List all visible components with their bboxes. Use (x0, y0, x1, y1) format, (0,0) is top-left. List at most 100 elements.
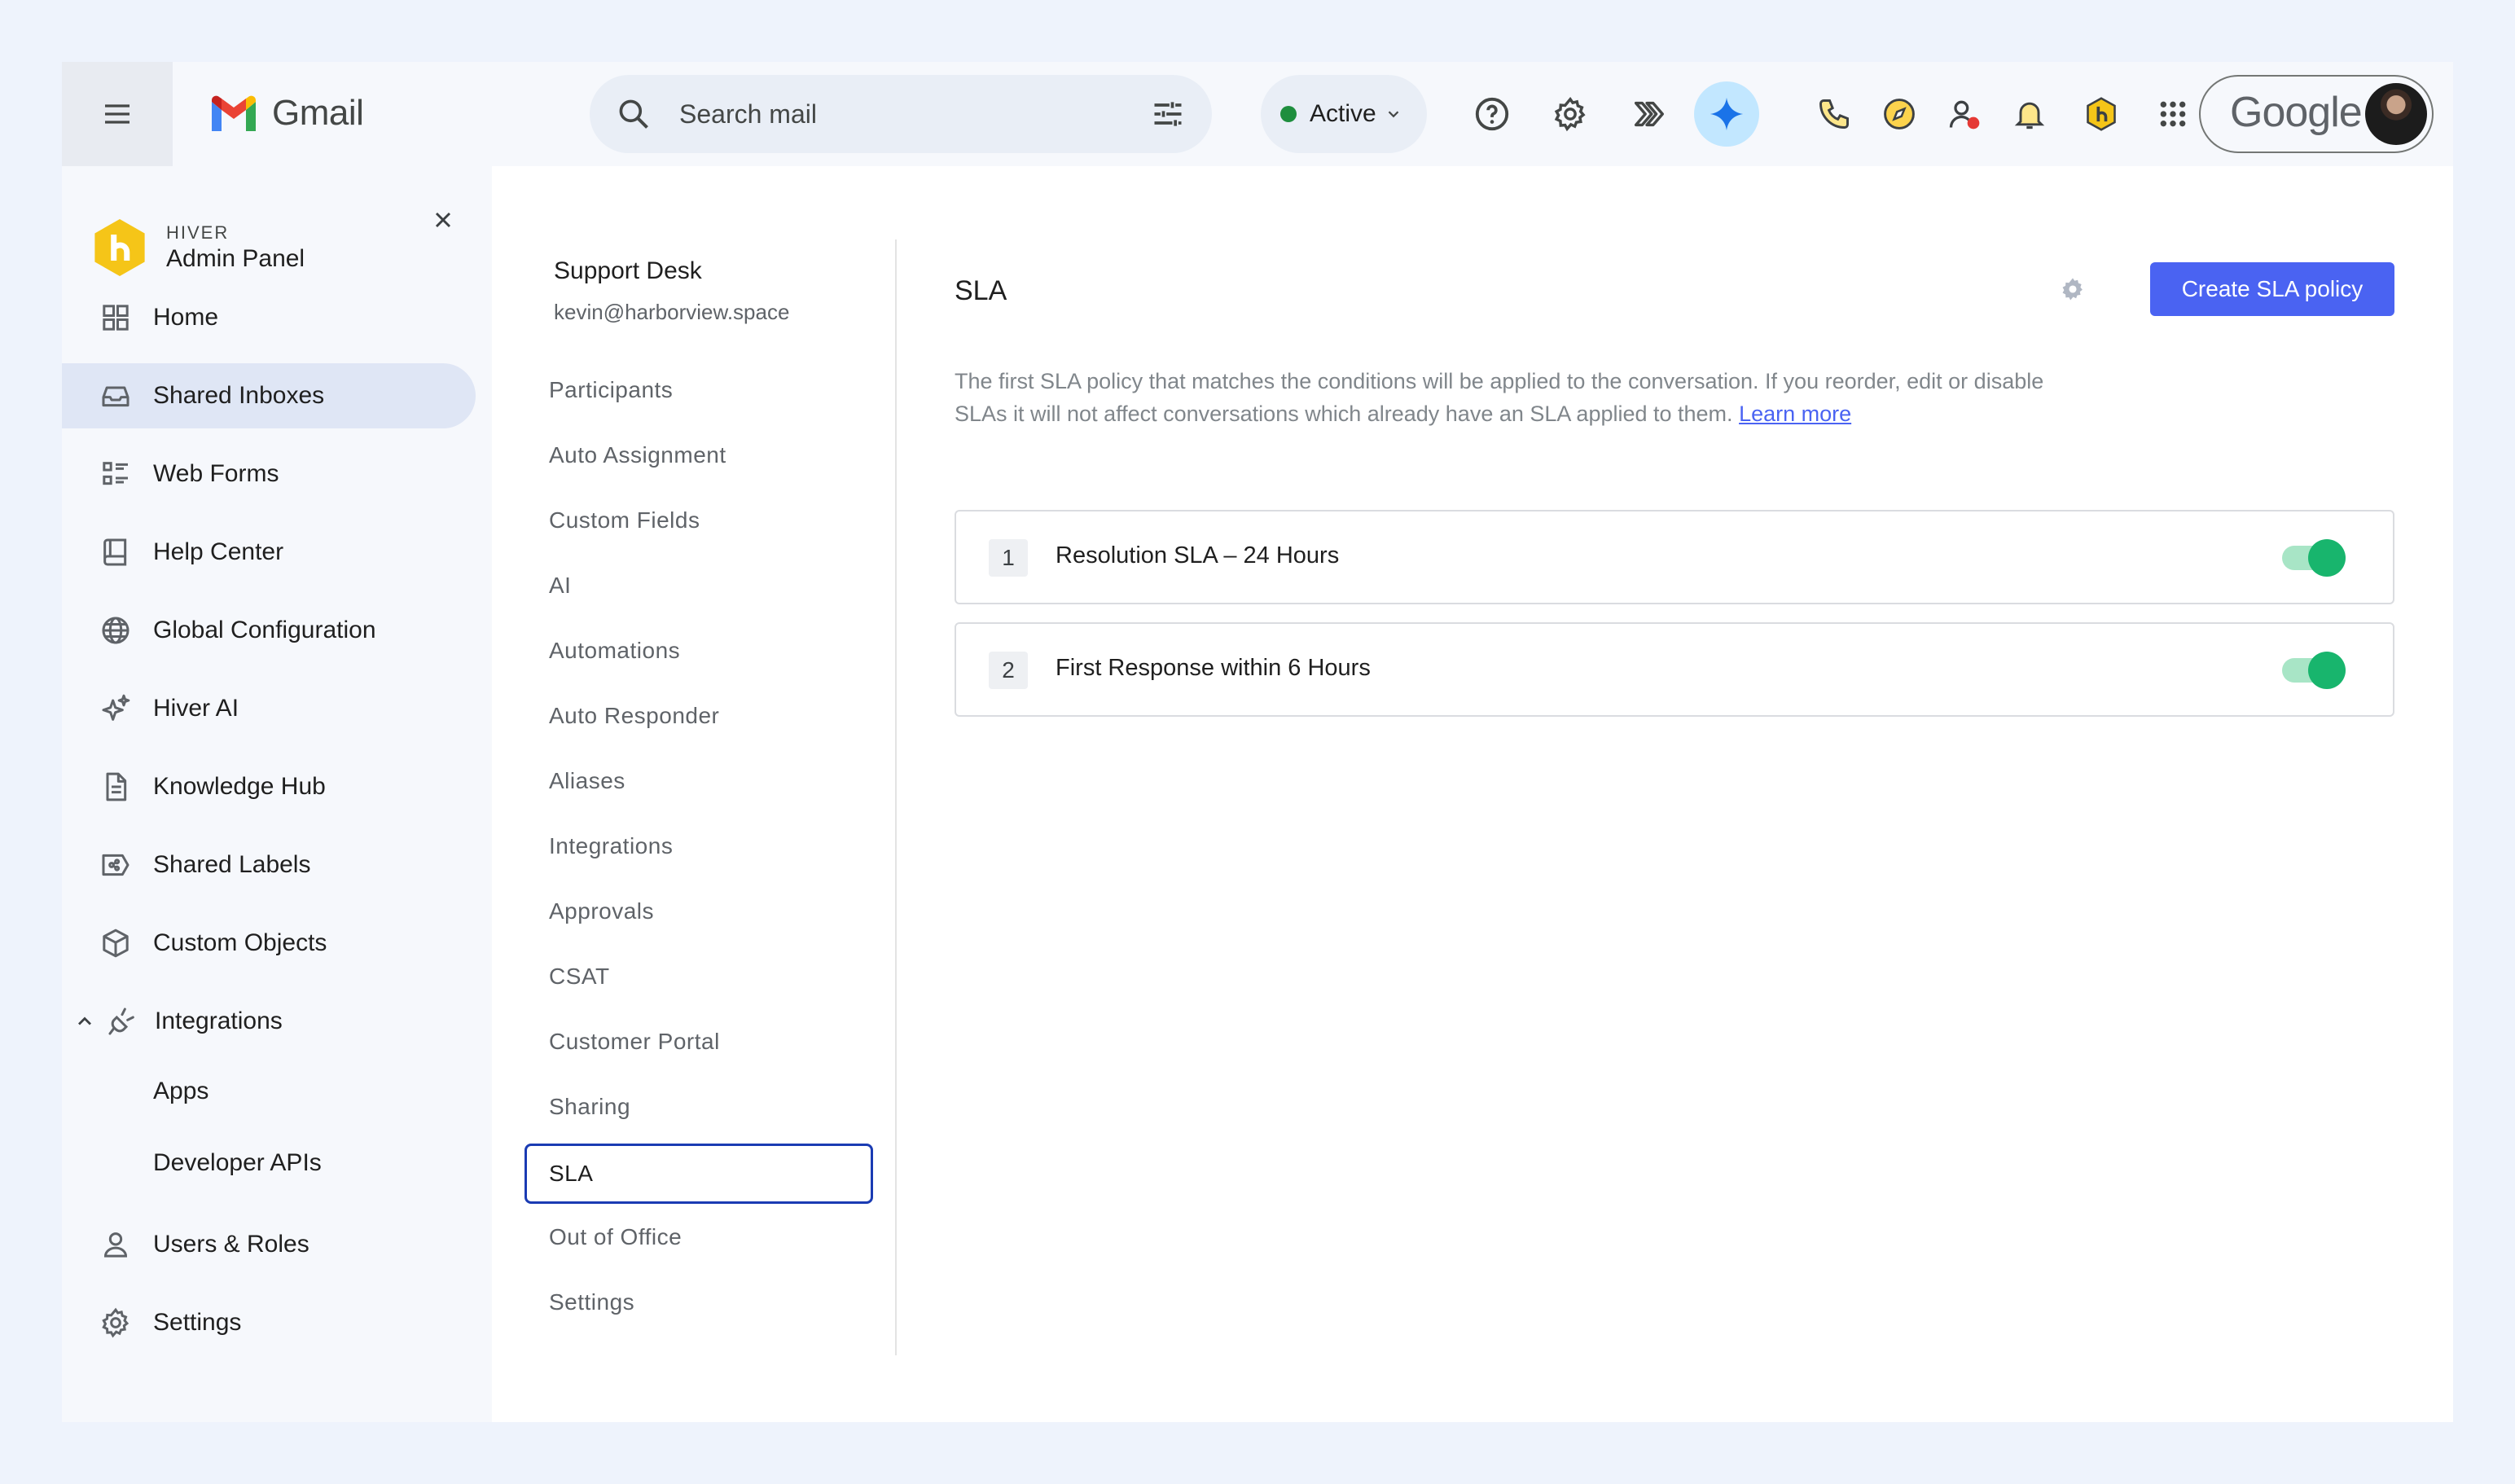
gemini-sparkle-icon (1710, 97, 1744, 131)
contact-status-button[interactable] (1932, 81, 1997, 147)
sidebar-item-help-center[interactable]: Help Center (62, 520, 476, 585)
avatar[interactable] (2365, 83, 2427, 145)
toggle-knob (2308, 652, 2346, 689)
subnav-sla[interactable]: SLA (525, 1144, 873, 1204)
sidebar-item-label: Web Forms (153, 460, 279, 487)
compass-icon (1884, 99, 1915, 130)
sidebar-item-shared-inboxes[interactable]: Shared Inboxes (62, 363, 476, 428)
sidebar-item-apps[interactable]: Apps (62, 1059, 476, 1124)
hiver-logo-icon (2087, 97, 2116, 131)
gmail-top-bar: Gmail Search mail Active Google (62, 62, 2453, 166)
subnav-approvals[interactable]: Approvals (525, 881, 873, 942)
admin-sidebar: HIVER Admin Panel Home Shared Inboxes We… (62, 166, 492, 1422)
subnav-auto-responder[interactable]: Auto Responder (525, 686, 873, 746)
label-share-icon (102, 854, 129, 876)
gmail-wordmark: Gmail (272, 93, 364, 133)
subnav-label: Customer Portal (549, 1029, 720, 1054)
subnav-customer-portal[interactable]: Customer Portal (525, 1012, 873, 1072)
account-switcher[interactable]: Google (2199, 75, 2434, 153)
settings-button[interactable] (1538, 81, 1603, 147)
support-button[interactable] (1459, 81, 1525, 147)
gmail-logo[interactable]: Gmail (208, 93, 364, 134)
subnav-sharing[interactable]: Sharing (525, 1077, 873, 1137)
sidebar-item-label: Integrations (155, 1008, 283, 1034)
subnav-ai[interactable]: AI (525, 555, 873, 616)
subnav-participants[interactable]: Participants (525, 360, 873, 420)
subnav-automations[interactable]: Automations (525, 621, 873, 681)
subnav-divider (895, 239, 897, 1355)
search-bar[interactable]: Search mail (590, 75, 1212, 153)
subnav-aliases[interactable]: Aliases (525, 751, 873, 811)
user-alert-icon (1949, 100, 1980, 130)
policy-index: 1 (989, 539, 1028, 577)
notifications-button[interactable] (1997, 81, 2062, 147)
sla-policy-row[interactable]: 2 First Response within 6 Hours (955, 622, 2394, 717)
gear-icon (102, 1307, 129, 1338)
status-dot (1280, 106, 1297, 122)
gemini-button[interactable] (1694, 81, 1759, 147)
forward-apps-button[interactable] (1616, 81, 1681, 147)
globe-icon (102, 617, 129, 644)
close-icon[interactable] (430, 207, 456, 233)
plug-icon (108, 1008, 134, 1035)
subnav-integrations[interactable]: Integrations (525, 816, 873, 876)
policy-name: First Response within 6 Hours (1056, 655, 1371, 681)
sidebar-item-label: Shared Labels (153, 851, 311, 878)
search-input[interactable]: Search mail (679, 99, 817, 130)
sidebar-item-hiver-ai[interactable]: Hiver AI (62, 676, 476, 741)
admin-main-panel: Support Desk kevin@harborview.space Part… (492, 166, 2453, 1422)
create-sla-policy-button[interactable]: Create SLA policy (2150, 262, 2394, 316)
phone-button[interactable] (1802, 81, 1867, 147)
sla-policy-row[interactable]: 1 Resolution SLA – 24 Hours (955, 510, 2394, 604)
search-icon[interactable] (616, 96, 652, 132)
subnav-auto-assignment[interactable]: Auto Assignment (525, 425, 873, 485)
status-dropdown[interactable]: Active (1261, 75, 1427, 153)
sidebar-item-label: Help Center (153, 538, 284, 565)
phone-icon (1819, 99, 1849, 129)
sidebar-item-global-configuration[interactable]: Global Configuration (62, 598, 476, 663)
sidebar-item-web-forms[interactable]: Web Forms (62, 441, 476, 507)
gear-icon (1554, 96, 1586, 132)
inbox-name: Support Desk (554, 257, 702, 284)
gear-icon[interactable] (2059, 275, 2087, 303)
sla-description-text: The first SLA policy that matches the co… (955, 369, 2044, 426)
sla-description: The first SLA policy that matches the co… (955, 365, 2095, 430)
brand-small-label: HIVER (166, 222, 230, 243)
sidebar-item-shared-labels[interactable]: Shared Labels (62, 832, 476, 898)
policy-enabled-toggle[interactable] (2282, 539, 2346, 577)
learn-more-link[interactable]: Learn more (1739, 402, 1851, 426)
sidebar-item-custom-objects[interactable]: Custom Objects (62, 911, 476, 976)
subnav-label: Participants (549, 377, 674, 402)
apps-grid-icon (2160, 101, 2186, 127)
subnav-label: Auto Responder (549, 703, 720, 728)
subnav-custom-fields[interactable]: Custom Fields (525, 490, 873, 551)
subnav-label: CSAT (549, 964, 610, 989)
subnav-out-of-office[interactable]: Out of Office (525, 1207, 873, 1267)
subnav-label: Out of Office (549, 1224, 683, 1249)
sidebar-item-label: Developer APIs (153, 1149, 322, 1176)
double-chevron-icon (1634, 101, 1664, 127)
sparkle-icon (102, 694, 130, 721)
subnav-settings[interactable]: Settings (525, 1272, 873, 1333)
sidebar-item-users-roles[interactable]: Users & Roles (62, 1212, 476, 1277)
toggle-knob (2308, 539, 2346, 577)
form-list-icon (103, 462, 128, 485)
hiver-button[interactable] (2069, 81, 2134, 147)
sidebar-item-integrations[interactable]: Integrations (62, 989, 476, 1054)
sidebar-item-knowledge-hub[interactable]: Knowledge Hub (62, 754, 476, 819)
sidebar-item-settings[interactable]: Settings (62, 1290, 476, 1355)
subnav-label: Sharing (549, 1094, 631, 1119)
sidebar-item-label: Hiver AI (153, 695, 239, 722)
search-options-icon[interactable] (1150, 96, 1186, 132)
chevron-up-icon[interactable] (73, 1010, 96, 1033)
sidebar-item-label: Home (153, 304, 219, 331)
compass-button[interactable] (1867, 81, 1932, 147)
subnav-csat[interactable]: CSAT (525, 946, 873, 1007)
page-title: SLA (955, 275, 1007, 306)
sidebar-item-developer-apis[interactable]: Developer APIs (62, 1131, 476, 1196)
policy-enabled-toggle[interactable] (2282, 652, 2346, 689)
main-menu-button[interactable] (62, 62, 173, 166)
brand-title: Admin Panel (166, 245, 305, 272)
sidebar-item-home[interactable]: Home (62, 285, 476, 350)
google-apps-button[interactable] (2140, 81, 2206, 147)
